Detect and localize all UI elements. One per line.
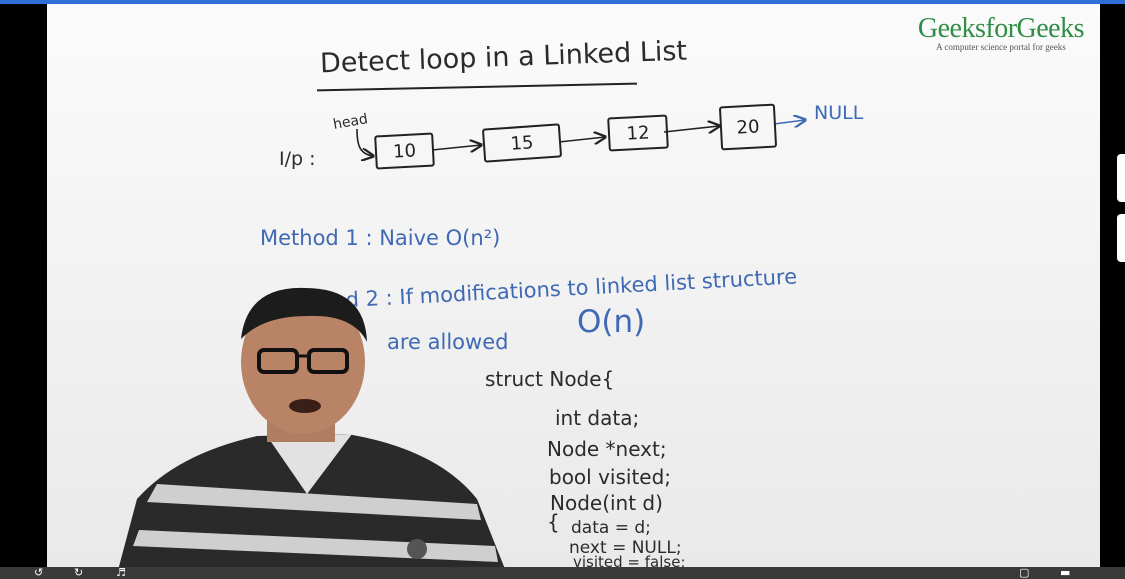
method1-text: Method 1 : Naive O(n²) — [260, 226, 501, 250]
volume-icon[interactable]: ♬ — [116, 567, 126, 579]
linked-list-diagram — [356, 4, 1100, 204]
code-line: Node(int d) — [550, 491, 663, 515]
code-line: Node *next; — [547, 437, 667, 461]
code-line: bool visited; — [549, 465, 672, 489]
side-panel-handle-top[interactable] — [1117, 154, 1125, 202]
head-pointer-arrow — [356, 128, 373, 156]
list-node: 10 — [374, 132, 435, 170]
node-value: 12 — [626, 121, 650, 145]
forward-icon[interactable]: ↻ — [74, 567, 83, 579]
video-player-controls: ↺ ↻ ♬ ▢ ▬ — [0, 567, 1125, 579]
settings-icon[interactable]: ▬ — [1060, 567, 1070, 579]
subtitles-icon[interactable]: ▢ — [1019, 567, 1029, 579]
presenter-figure — [118, 287, 505, 567]
link-arrow-3 — [663, 126, 719, 132]
link-arrow-1 — [431, 145, 481, 150]
node-value: 20 — [736, 115, 760, 139]
null-label: NULL — [814, 102, 864, 124]
video-letterbox-right — [1100, 4, 1125, 579]
code-line: int data; — [555, 406, 640, 430]
null-arrow — [773, 120, 805, 124]
list-node: 12 — [607, 114, 669, 152]
list-node: 20 — [718, 103, 778, 151]
method2-complexity: O(n) — [577, 304, 646, 340]
list-node: 15 — [481, 123, 563, 163]
code-line: visited = false; — [573, 553, 686, 567]
rewind-icon[interactable]: ↺ — [34, 567, 43, 579]
code-line: { — [547, 510, 560, 534]
node-value: 15 — [509, 131, 535, 155]
node-value: 10 — [392, 139, 417, 163]
code-line: data = d; — [571, 518, 651, 538]
link-arrow-2 — [558, 137, 605, 142]
side-panel-handle-bottom[interactable] — [1117, 214, 1125, 262]
video-frame-whiteboard[interactable]: GeeksforGeeks A computer science portal … — [47, 4, 1100, 567]
video-letterbox-left — [0, 4, 47, 579]
